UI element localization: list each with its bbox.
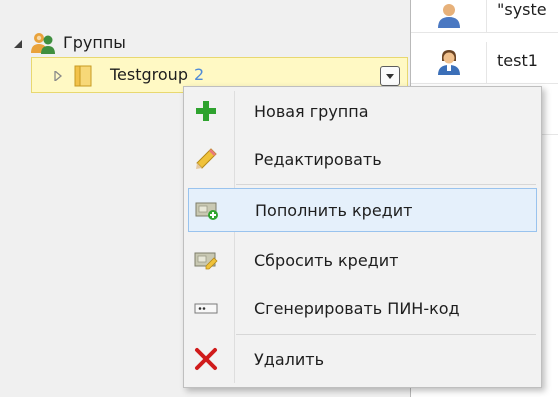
testgroup-member-count: 2 [193, 65, 205, 84]
user-row[interactable]: test1 [411, 42, 558, 84]
credit-reset-icon [194, 252, 218, 270]
tree-node-testgroup-label: Testgroup 2 [110, 65, 204, 84]
tree-node-groups[interactable]: Группы [0, 30, 400, 56]
user-icon [438, 50, 460, 75]
menu-item-label: Сбросить кредит [254, 251, 399, 270]
expand-arrow-icon[interactable] [53, 71, 63, 81]
menu-separator [236, 334, 536, 335]
menu-item-generate-pin[interactable]: Сгенерировать ПИН-код [188, 287, 537, 331]
delete-x-icon [195, 348, 217, 370]
menu-item-delete[interactable]: Удалить [188, 338, 537, 382]
user-name: "syste [497, 0, 547, 19]
user-name: test1 [497, 51, 538, 70]
testgroup-name: Testgroup [110, 65, 188, 84]
menu-item-reset-credit[interactable]: Сбросить кредит [188, 239, 537, 283]
menu-item-add-credit[interactable]: Пополнить кредит [188, 188, 537, 232]
testgroup-menu-button[interactable] [380, 66, 400, 86]
menu-item-label: Пополнить кредит [255, 201, 413, 220]
chevron-down-icon [386, 74, 394, 79]
tree-node-groups-label: Группы [63, 33, 126, 52]
user-row[interactable]: "syste [411, 0, 558, 33]
credit-add-icon [195, 202, 218, 220]
plus-icon [196, 101, 216, 121]
menu-item-label: Сгенерировать ПИН-код [254, 299, 460, 318]
context-menu: Новая группа Редактировать Пополнить кре… [183, 86, 542, 388]
users-group-icon [31, 33, 55, 54]
menu-item-label: Удалить [254, 350, 324, 369]
pin-code-icon [194, 303, 218, 314]
collapse-arrow-icon[interactable] [13, 39, 23, 49]
user-icon [438, 4, 460, 28]
menu-separator [236, 184, 536, 185]
menu-item-label: Новая группа [254, 102, 369, 121]
menu-item-new-group[interactable]: Новая группа [188, 90, 537, 134]
menu-item-label: Редактировать [254, 150, 382, 169]
folder-icon [74, 65, 92, 87]
menu-item-edit[interactable]: Редактировать [188, 138, 537, 182]
pencil-icon [196, 148, 217, 169]
